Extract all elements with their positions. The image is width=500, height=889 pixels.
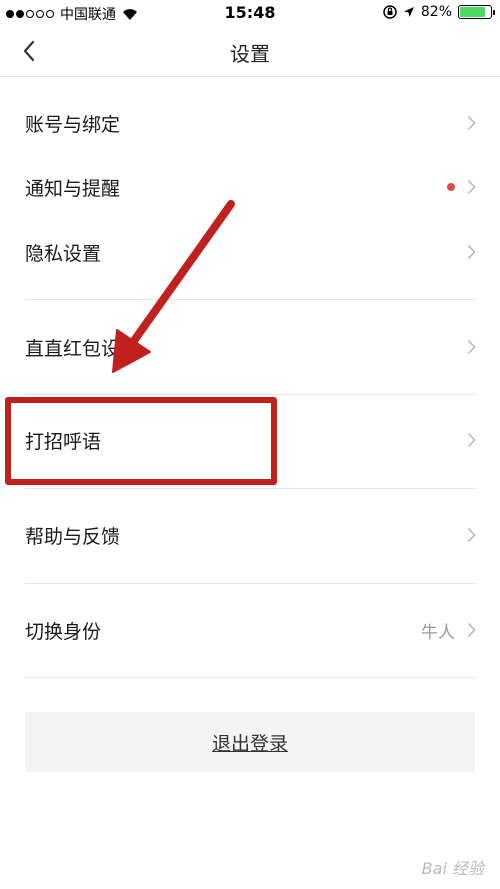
row-label: 通知与提醒 (25, 177, 121, 200)
location-icon (403, 7, 414, 17)
settings-row-greeting[interactable]: 打招呼语 (25, 410, 500, 470)
divider (25, 583, 475, 584)
chevron-right-icon (467, 115, 476, 131)
battery-icon (458, 5, 495, 19)
settings-row-red-packet[interactable]: 直直红包设置 (25, 317, 500, 377)
page-title: 设置 (230, 42, 270, 66)
divider (25, 299, 475, 300)
chevron-right-icon (467, 622, 476, 638)
divider (25, 394, 475, 395)
chevron-right-icon (467, 432, 476, 448)
divider (25, 677, 475, 678)
row-label: 账号与绑定 (25, 113, 121, 136)
chevron-right-icon (467, 527, 476, 543)
settings-row-help-feedback[interactable]: 帮助与反馈 (25, 505, 500, 565)
row-label: 切换身份 (25, 620, 102, 643)
orientation-lock-icon (383, 5, 397, 19)
row-label: 帮助与反馈 (25, 525, 121, 548)
chevron-right-icon (467, 244, 476, 260)
watermark: Bai 经验 (421, 859, 484, 878)
row-label: 直直红包设置 (25, 337, 140, 360)
chevron-right-icon (467, 179, 476, 195)
settings-row-privacy[interactable]: 隐私设置 (25, 222, 500, 282)
settings-row-switch-identity[interactable]: 切换身份 牛人 (25, 600, 500, 660)
status-right: 82% (383, 4, 495, 20)
notification-badge (447, 183, 455, 191)
logout-button[interactable]: 退出登录 (25, 712, 475, 772)
chevron-right-icon (467, 339, 476, 355)
row-label: 打招呼语 (25, 430, 102, 453)
settings-row-account-binding[interactable]: 账号与绑定 (25, 93, 500, 153)
battery-level (460, 7, 485, 17)
status-bar: 中国联通 15:48 82% (0, 0, 500, 26)
settings-row-notifications[interactable]: 通知与提醒 (25, 157, 500, 217)
row-label: 隐私设置 (25, 242, 102, 265)
nav-bar: 设置 (0, 26, 500, 77)
divider (25, 488, 475, 489)
battery-percent: 82% (420, 4, 452, 20)
logout-label: 退出登录 (211, 732, 288, 755)
current-identity-value: 牛人 (421, 622, 455, 643)
